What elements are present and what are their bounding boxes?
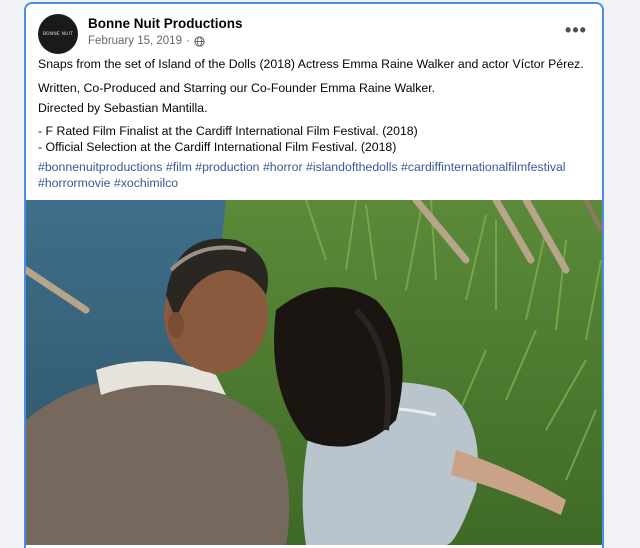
hashtag-link[interactable]: #cardiffinternationalfilmfestival <box>401 160 566 174</box>
post-paragraph: Snaps from the set of Island of the Doll… <box>38 57 584 71</box>
post-paragraph: Written, Co-Produced and Starring our Co… <box>38 81 436 95</box>
post-photo[interactable] <box>26 200 602 545</box>
hashtag-link[interactable]: #islandofthedolls <box>306 160 398 174</box>
page-name-link[interactable]: Bonne Nuit Productions <box>88 16 243 31</box>
hashtag-link[interactable]: #film <box>166 160 192 174</box>
globe-icon <box>194 35 205 47</box>
hashtag-link[interactable]: #production <box>195 160 259 174</box>
post-meta: February 15, 2019 · <box>88 35 205 47</box>
post-paragraph: - Official Selection at the Cardiff Inte… <box>38 140 397 154</box>
hashtag-link[interactable]: #horror <box>263 160 303 174</box>
more-options-icon[interactable]: ••• <box>562 20 590 40</box>
film-still-image <box>26 200 602 545</box>
hashtag-link[interactable]: #horrormovie <box>38 176 110 190</box>
post-date[interactable]: February 15, 2019 <box>88 35 182 47</box>
hashtag-link[interactable]: #bonnenuitproductions <box>38 160 162 174</box>
post-header: BONNE NUIT Bonne Nuit Productions Februa… <box>38 14 590 54</box>
page-avatar[interactable]: BONNE NUIT <box>38 14 78 54</box>
post-paragraph: - F Rated Film Finalist at the Cardiff I… <box>38 124 418 138</box>
post-paragraph: Directed by Sebastian Mantilla. <box>38 101 208 115</box>
hashtag-link[interactable]: #xochimilco <box>114 176 178 190</box>
hashtag-list: #bonnenuitproductions #film #production … <box>38 159 578 191</box>
avatar-text: BONNE NUIT <box>42 31 74 37</box>
facebook-post-card: BONNE NUIT Bonne Nuit Productions Februa… <box>24 2 604 548</box>
